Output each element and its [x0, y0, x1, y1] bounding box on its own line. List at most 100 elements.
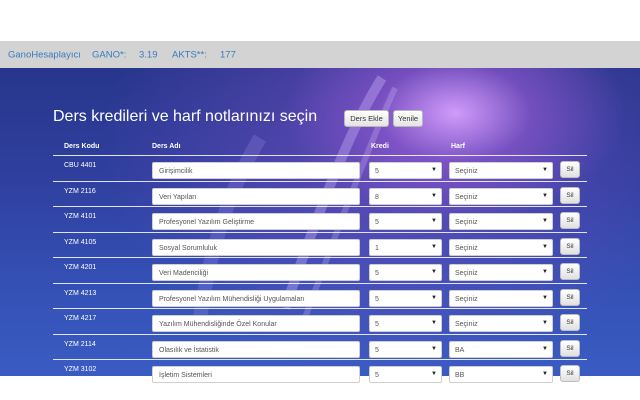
- grade-select[interactable]: Seçiniz ▼: [449, 238, 553, 256]
- chevron-down-icon: ▼: [542, 243, 548, 250]
- chevron-down-icon: ▼: [542, 345, 548, 352]
- grade-select[interactable]: Seçiniz ▼: [449, 264, 553, 281]
- chevron-down-icon: ▼: [542, 167, 548, 173]
- credit-select[interactable]: 5 ▼: [369, 315, 442, 332]
- credit-value: 5: [375, 321, 379, 328]
- course-code: YZM 3102: [64, 366, 97, 373]
- gano-value: 3.19: [139, 49, 158, 60]
- credit-select[interactable]: 5 ▼: [369, 289, 442, 307]
- grade-value: Seçiniz: [455, 193, 478, 201]
- akts-label: AKTS**:: [172, 49, 207, 60]
- top-navbar: GanoHesaplayıcı GANO*: 3.19 AKTS**: 177: [0, 41, 640, 68]
- credit-select[interactable]: 5 ▼: [369, 366, 442, 383]
- header-name: Ders Adı: [152, 143, 181, 150]
- table-row: YZM 4213 Profesyonel Yazılım Mühendisliği…: [53, 282, 587, 310]
- chevron-down-icon: ▼: [431, 192, 437, 199]
- add-course-button[interactable]: Ders Ekle: [344, 110, 389, 127]
- header-grade: Harf: [451, 143, 466, 150]
- grade-value: Seçiniz: [455, 295, 478, 303]
- course-code: YZM 4101: [64, 213, 97, 220]
- delete-button[interactable]: Sil: [560, 365, 580, 382]
- course-name-input[interactable]: İşletim Sistemleri: [152, 366, 360, 383]
- credit-select[interactable]: 8 ▼: [369, 187, 442, 205]
- course-name-input[interactable]: Profesyonel Yazılım Geliştirme: [152, 213, 360, 230]
- course-name-input[interactable]: Yazılım Mühendisliğinde Özel Konular: [152, 315, 360, 332]
- course-code: YZM 4105: [64, 238, 97, 246]
- akts-value: 177: [220, 49, 236, 60]
- grade-select[interactable]: BB ▼: [449, 366, 553, 383]
- credit-value: 5: [375, 295, 379, 303]
- credit-value: 1: [375, 244, 379, 252]
- grade-value: Seçiniz: [455, 321, 478, 328]
- grade-value: Seçiniz: [455, 168, 478, 175]
- delete-button[interactable]: Sil: [560, 186, 580, 204]
- grade-select[interactable]: Seçiniz ▼: [449, 187, 553, 205]
- header-code: Ders Kodu: [64, 143, 100, 150]
- table-row: YZM 4101 Profesyonel Yazılım Geliştirme 5 ▼…: [53, 206, 587, 233]
- table-row: YZM 2114 Olasılık ve İstatistik 5 ▼ BA ▼ Sil: [53, 333, 587, 361]
- chevron-down-icon: ▼: [431, 243, 437, 250]
- chevron-down-icon: ▼: [542, 218, 548, 224]
- table-row: YZM 4217 Yazılım Mühendisliğinde Özel Kon…: [53, 308, 587, 335]
- gano-label: GANO*:: [92, 49, 127, 60]
- chevron-down-icon: ▼: [431, 218, 437, 224]
- grade-value: Seçiniz: [455, 219, 478, 226]
- grade-value: BB: [455, 372, 465, 379]
- table-row: YZM 2116 Veri Yapıları 8 ▼ Seçiniz ▼ Sil: [53, 180, 587, 208]
- credit-value: 8: [375, 193, 379, 201]
- chevron-down-icon: ▼: [431, 294, 437, 301]
- credit-value: 5: [375, 168, 379, 175]
- delete-button[interactable]: Sil: [560, 314, 580, 331]
- credit-select[interactable]: 5 ▼: [369, 213, 442, 230]
- delete-button[interactable]: Sil: [560, 237, 580, 255]
- brand-link[interactable]: GanoHesaplayıcı: [8, 49, 81, 60]
- reset-button[interactable]: Yenile: [393, 110, 423, 127]
- course-name-input[interactable]: Girişimcilik: [152, 162, 360, 179]
- table-row: YZM 4201 Veri Madenciliği 5 ▼ Seçiniz ▼ Sil: [53, 257, 587, 284]
- course-name-input[interactable]: Profesyonel Yazılım Mühendisliği Uygulam…: [152, 289, 360, 307]
- course-name-input[interactable]: Veri Yapıları: [152, 187, 360, 205]
- credit-value: 5: [375, 270, 379, 277]
- grade-select[interactable]: Seçiniz ▼: [449, 315, 553, 332]
- table-row: YZM 4105 Sosyal Sorumluluk 1 ▼ Seçiniz ▼ Sil: [53, 231, 587, 259]
- grade-select[interactable]: Seçiniz ▼: [449, 289, 553, 307]
- course-code: CBU 4401: [64, 162, 97, 169]
- header-credit: Kredi: [371, 143, 389, 150]
- chevron-down-icon: ▼: [431, 269, 437, 275]
- course-code: YZM 4201: [64, 264, 97, 271]
- credit-select[interactable]: 5 ▼: [369, 340, 442, 358]
- course-code: YZM 4213: [64, 289, 97, 297]
- course-name-input[interactable]: Veri Madenciliği: [152, 264, 360, 281]
- course-code: YZM 2114: [64, 340, 96, 348]
- chevron-down-icon: ▼: [431, 371, 437, 377]
- credit-value: 5: [375, 346, 379, 354]
- grade-value: BA: [455, 346, 465, 354]
- delete-button[interactable]: Sil: [560, 339, 580, 357]
- grade-select[interactable]: Seçiniz ▼: [449, 162, 553, 179]
- course-code: YZM 2116: [64, 187, 96, 195]
- chevron-down-icon: ▼: [431, 345, 437, 352]
- credit-select[interactable]: 5 ▼: [369, 264, 442, 281]
- delete-button[interactable]: Sil: [560, 263, 580, 280]
- credit-value: 5: [375, 219, 379, 226]
- grade-select[interactable]: Seçiniz ▼: [449, 213, 553, 230]
- credit-value: 5: [375, 372, 379, 379]
- delete-button[interactable]: Sil: [560, 212, 580, 229]
- chevron-down-icon: ▼: [542, 294, 548, 301]
- course-name-input[interactable]: Sosyal Sorumluluk: [152, 238, 360, 256]
- chevron-down-icon: ▼: [542, 371, 548, 377]
- grade-select[interactable]: BA ▼: [449, 340, 553, 358]
- chevron-down-icon: ▼: [431, 320, 437, 326]
- chevron-down-icon: ▼: [542, 269, 548, 275]
- course-name-input[interactable]: Olasılık ve İstatistik: [152, 340, 360, 358]
- delete-button[interactable]: Sil: [560, 288, 580, 306]
- chevron-down-icon: ▼: [431, 167, 437, 173]
- delete-button[interactable]: Sil: [560, 161, 580, 178]
- table-row: YZM 3102 İşletim Sistemleri 5 ▼ BB ▼ Sil: [53, 359, 587, 386]
- grade-value: Seçiniz: [455, 244, 478, 252]
- credit-select[interactable]: 5 ▼: [369, 162, 442, 179]
- chevron-down-icon: ▼: [542, 192, 548, 199]
- credit-select[interactable]: 1 ▼: [369, 238, 442, 256]
- table-row: CBU 4401 Girişimcilik 5 ▼ Seçiniz ▼ Sil: [53, 155, 587, 182]
- chevron-down-icon: ▼: [542, 320, 548, 326]
